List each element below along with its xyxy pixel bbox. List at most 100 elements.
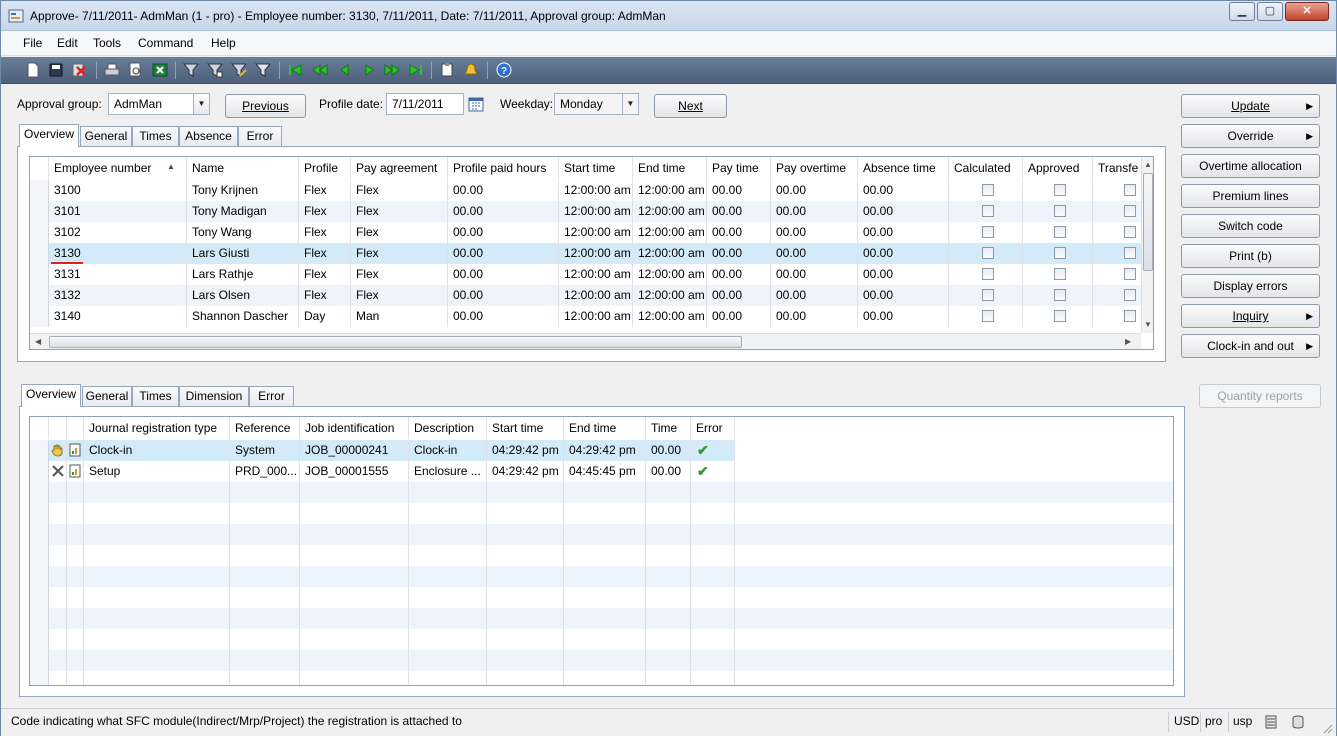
first-record-icon[interactable] bbox=[287, 62, 303, 78]
row-selector[interactable] bbox=[30, 650, 49, 671]
table-cell[interactable]: 12:00:00 am bbox=[633, 180, 707, 201]
table-cell[interactable]: 12:00:00 am bbox=[633, 306, 707, 327]
maximize-button[interactable]: ▢ bbox=[1257, 2, 1283, 21]
table-cell[interactable]: 00.00 bbox=[707, 180, 771, 201]
menu-tools[interactable]: Tools bbox=[93, 36, 121, 50]
table-cell[interactable]: PRD_000... bbox=[230, 461, 300, 482]
tab-absence-top[interactable]: Absence bbox=[179, 126, 238, 147]
table-cell[interactable]: Flex bbox=[299, 243, 351, 264]
column-header[interactable]: Start time bbox=[487, 417, 564, 439]
calendar-icon[interactable] bbox=[468, 96, 484, 112]
row-selector[interactable] bbox=[30, 608, 49, 629]
row-selector[interactable] bbox=[30, 201, 49, 222]
premium-lines-button[interactable]: Premium lines bbox=[1181, 184, 1320, 208]
table-row[interactable]: 3130 Lars Giusti Flex Flex 00.00 12:00:00 am 1… bbox=[30, 243, 1143, 264]
table-cell[interactable]: 3130 bbox=[49, 243, 187, 264]
checkbox[interactable] bbox=[982, 226, 994, 238]
table-cell[interactable]: Flex bbox=[299, 201, 351, 222]
column-header[interactable]: Pay overtime bbox=[771, 157, 858, 179]
checkbox[interactable] bbox=[1054, 247, 1066, 259]
table-cell[interactable]: 00.00 bbox=[858, 264, 949, 285]
table-cell[interactable]: 00.00 bbox=[448, 222, 559, 243]
row-selector[interactable] bbox=[30, 482, 49, 503]
table-cell[interactable]: 12:00:00 am bbox=[559, 306, 633, 327]
table-cell[interactable]: System bbox=[230, 440, 300, 461]
table-cell[interactable]: 00.00 bbox=[448, 264, 559, 285]
excel-icon[interactable] bbox=[152, 62, 168, 78]
row-selector[interactable] bbox=[30, 264, 49, 285]
row-selector[interactable] bbox=[30, 587, 49, 608]
table-cell[interactable]: 00.00 bbox=[707, 306, 771, 327]
table-cell[interactable]: Man bbox=[351, 306, 448, 327]
attachment-icon[interactable] bbox=[439, 62, 455, 78]
table-cell[interactable]: 00.00 bbox=[707, 264, 771, 285]
checkbox[interactable] bbox=[1054, 268, 1066, 280]
approval-group-dropdown-icon[interactable]: ▼ bbox=[193, 93, 210, 115]
filter-by-selection-icon[interactable] bbox=[183, 62, 199, 78]
minimize-button[interactable]: ▁ bbox=[1229, 2, 1255, 21]
row-selector[interactable] bbox=[30, 566, 49, 587]
table-cell[interactable]: 00.00 bbox=[448, 285, 559, 306]
tab-dimension-bottom[interactable]: Dimension bbox=[179, 386, 249, 407]
table-cell[interactable]: 04:29:42 pm bbox=[564, 440, 646, 461]
column-header[interactable]: Profile bbox=[299, 157, 351, 179]
column-header[interactable]: Calculated bbox=[949, 157, 1023, 179]
column-header[interactable]: End time bbox=[633, 157, 707, 179]
table-row[interactable]: 3140 Shannon Dascher Day Man 00.00 12:00:00 a… bbox=[30, 306, 1143, 327]
table-cell[interactable]: 00.00 bbox=[448, 306, 559, 327]
checkbox[interactable] bbox=[982, 268, 994, 280]
previous-page-icon[interactable] bbox=[312, 62, 328, 78]
table-cell[interactable]: 00.00 bbox=[646, 461, 691, 482]
overtime-allocation-button[interactable]: Overtime allocation bbox=[1181, 154, 1320, 178]
table-cell[interactable]: 04:29:42 pm bbox=[487, 461, 564, 482]
profile-date-field[interactable]: 7/11/2011 bbox=[386, 93, 464, 115]
previous-button[interactable]: Previous bbox=[225, 94, 306, 118]
row-selector[interactable] bbox=[30, 285, 49, 306]
employee-grid-vertical-scrollbar[interactable]: ▲ ▼ bbox=[1141, 157, 1153, 333]
table-cell[interactable]: 00.00 bbox=[858, 243, 949, 264]
table-cell[interactable]: 3101 bbox=[49, 201, 187, 222]
column-header[interactable]: Reference bbox=[230, 417, 300, 439]
table-cell[interactable]: Flex bbox=[351, 264, 448, 285]
table-row[interactable]: 3131 Lars Rathje Flex Flex 00.00 12:00:00 am 1… bbox=[30, 264, 1143, 285]
print-button[interactable]: Print (b) bbox=[1181, 244, 1320, 268]
override-button[interactable]: Override ▶ bbox=[1181, 124, 1320, 148]
row-selector[interactable] bbox=[30, 180, 49, 201]
tab-error-bottom[interactable]: Error bbox=[249, 386, 294, 407]
switch-code-button[interactable]: Switch code bbox=[1181, 214, 1320, 238]
database-icon[interactable] bbox=[1264, 715, 1278, 729]
table-cell[interactable]: 3102 bbox=[49, 222, 187, 243]
next-button[interactable]: Next bbox=[654, 94, 727, 118]
checkbox[interactable] bbox=[1124, 289, 1136, 301]
table-cell[interactable]: 3131 bbox=[49, 264, 187, 285]
column-header[interactable]: Employee number ▲ bbox=[49, 157, 187, 179]
table-row[interactable]: 3132 Lars Olsen Flex Flex 00.00 12:00:00 am 12… bbox=[30, 285, 1143, 306]
checkbox[interactable] bbox=[1124, 268, 1136, 280]
column-header[interactable]: Absence time bbox=[858, 157, 949, 179]
table-cell[interactable]: 00.00 bbox=[646, 440, 691, 461]
column-header[interactable]: Job identification bbox=[300, 417, 409, 439]
horizontal-scroll-thumb[interactable] bbox=[49, 336, 742, 348]
previous-record-icon[interactable] bbox=[337, 62, 353, 78]
table-cell[interactable]: Lars Giusti bbox=[187, 243, 299, 264]
table-cell[interactable]: 12:00:00 am bbox=[559, 222, 633, 243]
table-cell[interactable]: 3140 bbox=[49, 306, 187, 327]
checkbox[interactable] bbox=[1054, 310, 1066, 322]
table-cell[interactable]: 04:29:42 pm bbox=[487, 440, 564, 461]
table-cell[interactable]: Lars Rathje bbox=[187, 264, 299, 285]
table-cell[interactable]: 00.00 bbox=[707, 201, 771, 222]
resize-grip-icon[interactable] bbox=[1321, 722, 1333, 734]
checkbox[interactable] bbox=[1124, 205, 1136, 217]
table-cell[interactable]: 00.00 bbox=[858, 306, 949, 327]
table-cell[interactable]: 3100 bbox=[49, 180, 187, 201]
row-selector[interactable] bbox=[30, 440, 49, 461]
checkbox[interactable] bbox=[1054, 289, 1066, 301]
table-cell[interactable]: Flex bbox=[351, 180, 448, 201]
new-icon[interactable] bbox=[25, 62, 41, 78]
column-header[interactable]: Transfe bbox=[1093, 157, 1143, 179]
row-selector[interactable] bbox=[30, 243, 49, 264]
scroll-left-icon[interactable]: ◀ bbox=[35, 337, 41, 346]
quantity-reports-button[interactable]: Quantity reports bbox=[1199, 384, 1321, 408]
table-cell[interactable]: 04:45:45 pm bbox=[564, 461, 646, 482]
checkbox[interactable] bbox=[1054, 226, 1066, 238]
